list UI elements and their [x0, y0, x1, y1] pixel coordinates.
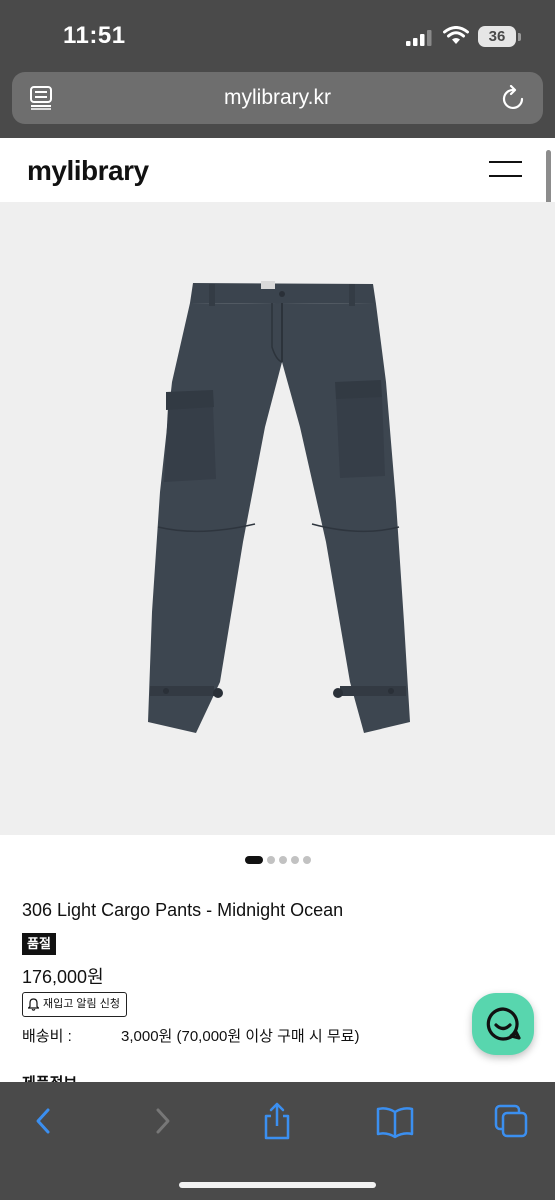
pagination-dot[interactable]	[302, 855, 311, 864]
status-time: 11:51	[63, 22, 126, 49]
share-icon[interactable]	[255, 1102, 299, 1140]
pagination-dot[interactable]	[266, 855, 275, 864]
forward-icon[interactable]	[140, 1102, 184, 1140]
shipping-value: 3,000원 (70,000원 이상 구매 시 무료)	[121, 1028, 360, 1045]
product-title: 306 Light Cargo Pants - Midnight Ocean	[22, 900, 344, 920]
pagination-dot[interactable]	[290, 855, 299, 864]
web-page: mylibrary 306 Light Cargo Pants - Midnig…	[0, 138, 555, 1082]
bell-icon	[28, 998, 39, 1011]
tabs-icon[interactable]	[490, 1102, 534, 1140]
site-header: mylibrary	[0, 138, 555, 202]
browser-toolbar	[0, 1082, 555, 1200]
phone-screen: 11:51 36 mylibrary.kr mylibrary 306 Ligh…	[0, 0, 555, 1200]
chat-button[interactable]	[472, 993, 534, 1055]
product-price: 176,000원	[22, 967, 104, 987]
site-logo[interactable]: mylibrary	[27, 155, 149, 187]
pagination-dot[interactable]	[278, 855, 287, 864]
hamburger-menu-icon[interactable]	[489, 159, 523, 179]
wifi-icon	[443, 26, 469, 44]
home-indicator[interactable]	[179, 1182, 376, 1188]
battery-indicator: 36	[478, 26, 516, 47]
reload-icon[interactable]	[502, 85, 526, 111]
url-text[interactable]: mylibrary.kr	[12, 86, 543, 110]
product-info-heading: 제품정보	[22, 1072, 77, 1082]
chat-icon	[486, 1007, 521, 1041]
restock-alert-button[interactable]: 재입고 알림 신청	[22, 992, 127, 1017]
shipping-label: 배송비 :	[22, 1028, 72, 1045]
soldout-badge: 품절	[22, 933, 56, 955]
status-bar: 11:51 36	[0, 0, 555, 70]
cargo-pants-photo	[148, 281, 410, 733]
pagination-dot-active[interactable]	[244, 855, 263, 864]
restock-alert-label: 재입고 알림 신청	[43, 998, 120, 1010]
battery-nub	[518, 33, 521, 41]
back-icon[interactable]	[22, 1102, 66, 1140]
image-pagination-dots	[0, 851, 555, 864]
product-image[interactable]	[0, 202, 555, 835]
bookmarks-icon[interactable]	[373, 1102, 417, 1140]
address-bar[interactable]: mylibrary.kr	[12, 72, 543, 124]
cellular-signal-icon	[406, 30, 432, 46]
